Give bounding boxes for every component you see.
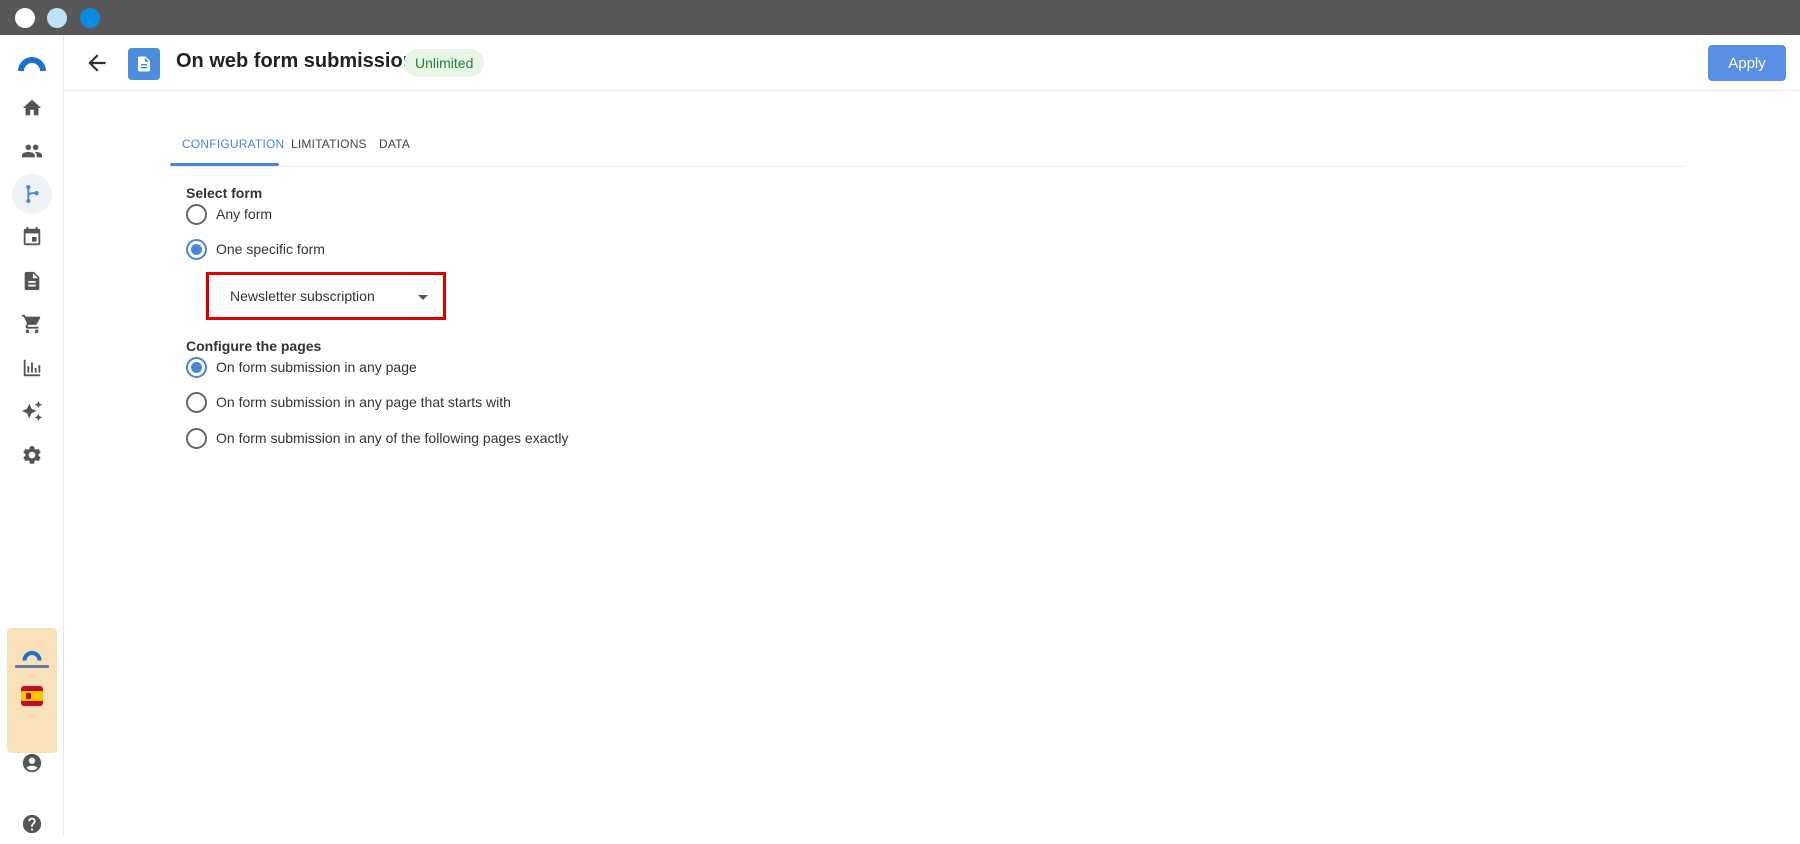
contacts-icon: [21, 144, 43, 158]
radio-any-page[interactable]: On form submission in any page: [186, 355, 417, 379]
workspace-switcher[interactable]: [7, 628, 57, 753]
workspace-logo-wordmark: [15, 665, 49, 668]
window-maximize-button[interactable]: [80, 8, 100, 28]
active-tab-indicator: [170, 163, 279, 166]
radio-label: On form submission in any page that star…: [216, 394, 511, 410]
document-icon: [138, 56, 150, 72]
configure-pages-label: Configure the pages: [186, 338, 322, 354]
radio-button[interactable]: [186, 356, 207, 378]
sidebar-item-reports[interactable]: [12, 348, 52, 388]
status-badge: Unlimited: [404, 49, 485, 77]
tab-bar: CONFIGURATION LIMITATIONS DATA: [170, 128, 1686, 167]
document-icon: [24, 271, 40, 291]
sidebar-item-settings[interactable]: [12, 435, 52, 475]
settings-icon: [23, 446, 41, 464]
page-title: On web form submission: [176, 50, 415, 72]
window-titlebar: [0, 0, 1800, 35]
radio-page-starts-with[interactable]: On form submission in any page that star…: [186, 390, 511, 414]
radio-label: On form submission in any of the followi…: [216, 430, 569, 446]
radio-label: One specific form: [216, 241, 325, 257]
account-icon: [22, 753, 42, 773]
help-icon: [22, 814, 42, 834]
apply-button[interactable]: Apply: [1708, 45, 1786, 81]
sidebar-item-ai[interactable]: [12, 391, 52, 431]
window-close-button[interactable]: [15, 8, 35, 28]
spain-flag-icon[interactable]: [21, 686, 43, 706]
home-icon: [22, 99, 42, 116]
sidebar-item-documents[interactable]: [12, 261, 52, 301]
radio-one-specific-form[interactable]: One specific form: [186, 237, 325, 261]
select-form-label: Select form: [186, 185, 263, 201]
sidebar-item-commerce[interactable]: [12, 304, 52, 344]
sidebar-item-help[interactable]: [12, 804, 52, 844]
page-header: On web form submission Unlimited Apply: [64, 35, 1800, 91]
radio-any-form[interactable]: Any form: [186, 202, 272, 226]
sidebar: [0, 35, 64, 835]
tab-configuration[interactable]: CONFIGURATION: [182, 128, 284, 167]
radio-button[interactable]: [186, 238, 207, 260]
cart-icon: [21, 314, 41, 334]
radio-button[interactable]: [186, 427, 207, 449]
workspace-logo-icon: [22, 650, 42, 661]
radio-label: On form submission in any page: [216, 359, 417, 375]
trigger-type-badge: [128, 48, 160, 80]
tab-data[interactable]: DATA: [379, 128, 410, 167]
window-minimize-button[interactable]: [47, 8, 67, 28]
radio-button[interactable]: [186, 203, 207, 225]
radio-button[interactable]: [186, 391, 207, 413]
form-select-value: Newsletter subscription: [230, 288, 375, 304]
chevron-down-icon: [418, 295, 428, 300]
sidebar-item-contacts[interactable]: [12, 131, 52, 171]
ai-sparkle-icon: [21, 400, 43, 422]
app-logo-icon[interactable]: [16, 53, 48, 73]
reports-icon: [23, 359, 41, 377]
radio-following-pages-exactly[interactable]: On form submission in any of the followi…: [186, 426, 569, 450]
tab-limitations[interactable]: LIMITATIONS: [291, 128, 367, 167]
automation-icon: [26, 185, 39, 203]
calendar-icon: [23, 226, 41, 246]
sidebar-item-home[interactable]: [12, 88, 52, 128]
sidebar-item-account[interactable]: [12, 743, 52, 783]
sidebar-item-calendar[interactable]: [12, 217, 52, 257]
sidebar-item-automation[interactable]: [12, 174, 52, 214]
radio-label: Any form: [216, 206, 273, 222]
form-select-dropdown[interactable]: Newsletter subscription: [206, 272, 446, 320]
back-arrow-icon[interactable]: [84, 50, 110, 76]
